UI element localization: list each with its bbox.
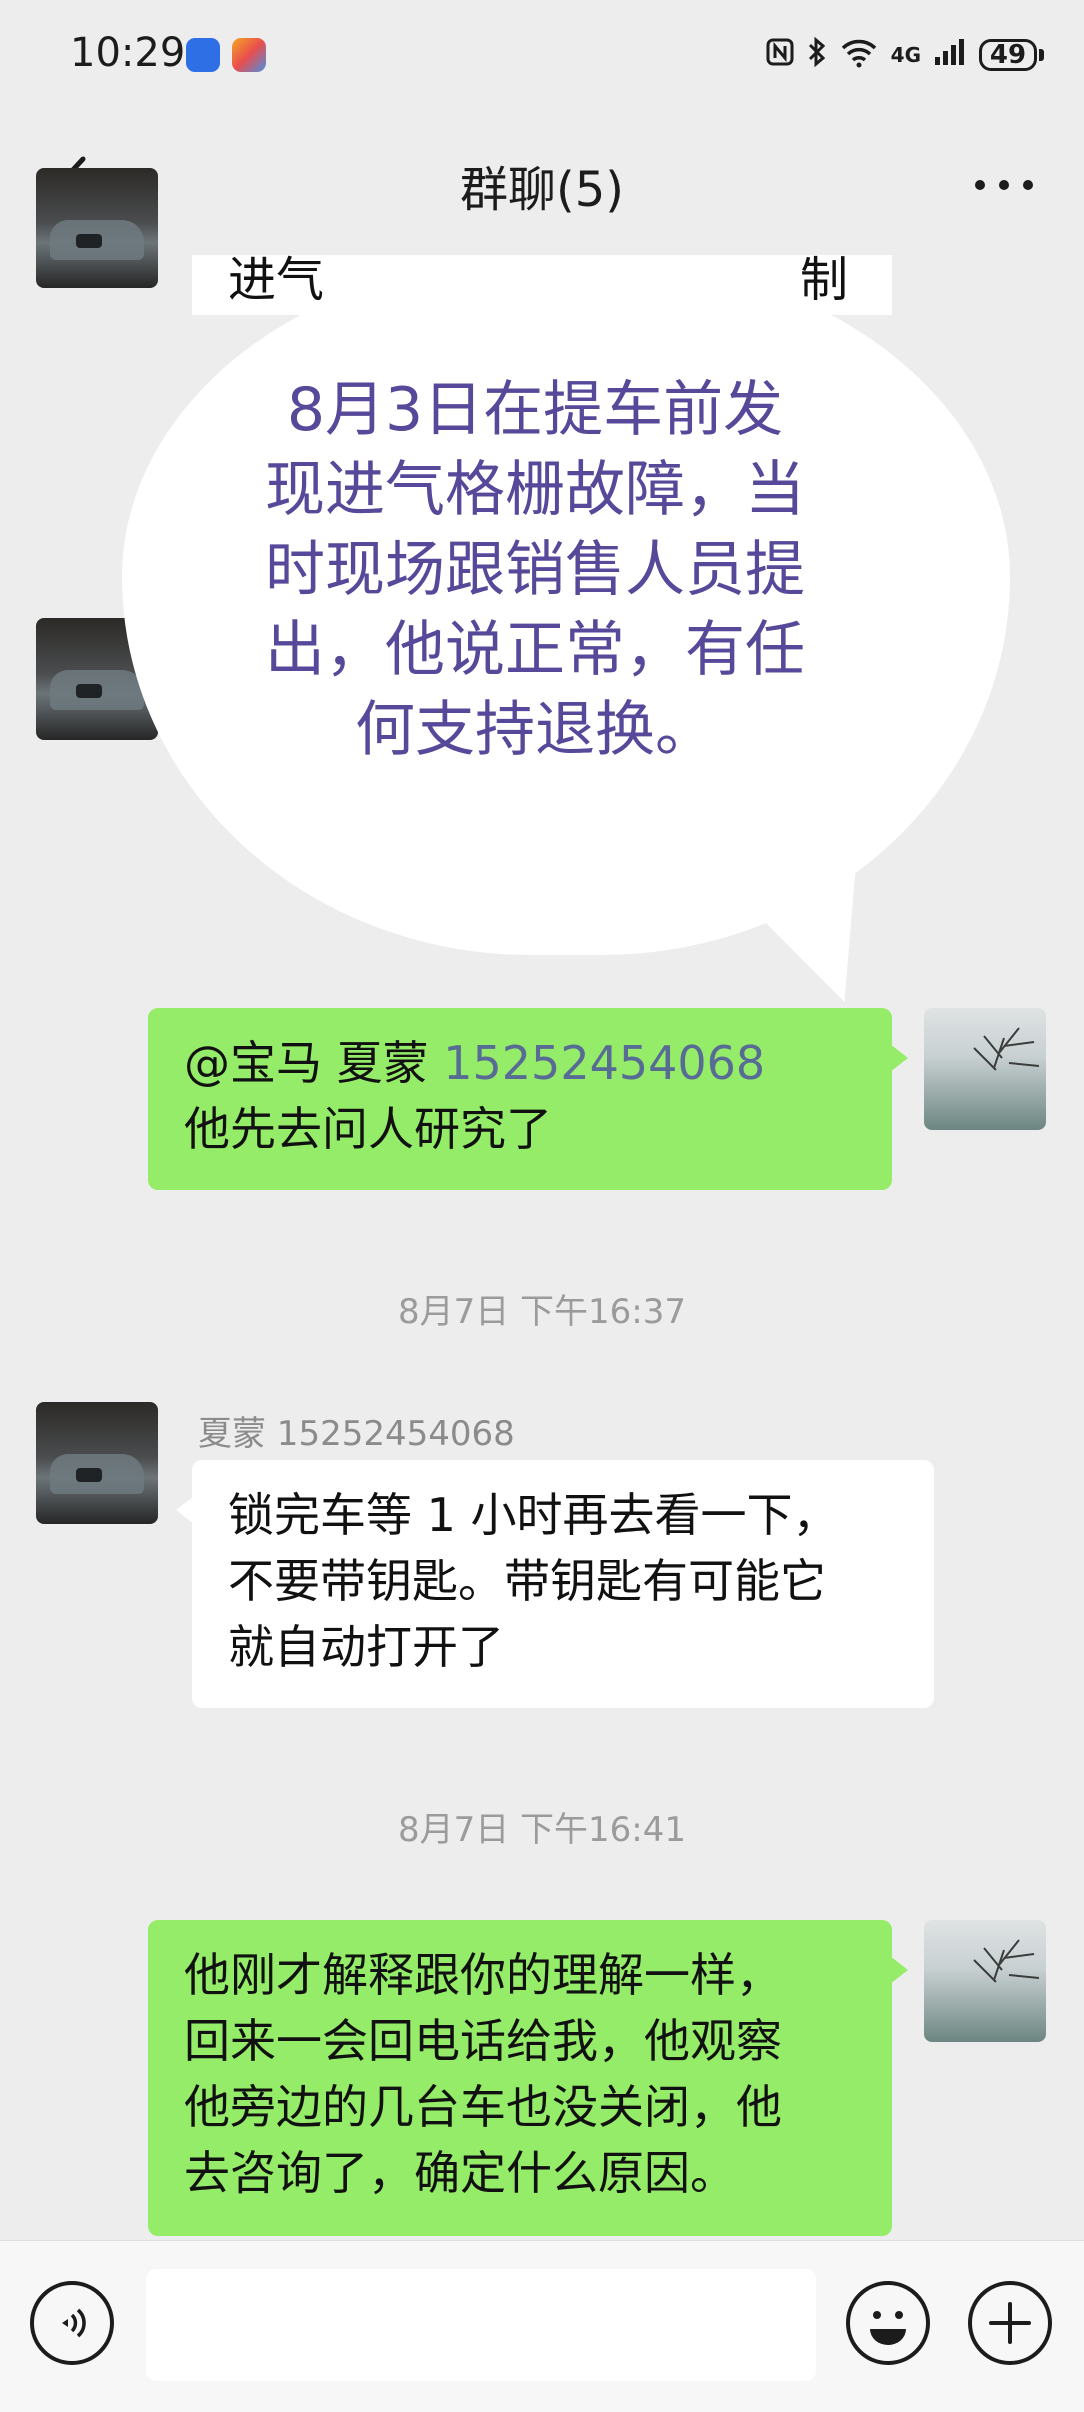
overlay-line: 现进气格栅故障，当 xyxy=(265,455,805,525)
status-icons: 4G 49 xyxy=(765,30,1044,80)
overlay-line: 何支持退换。 xyxy=(355,695,715,765)
partial-text-left: 进气 xyxy=(228,252,325,300)
emoji-button[interactable] xyxy=(846,2281,930,2365)
avatar[interactable] xyxy=(36,168,158,288)
nfc-icon xyxy=(765,37,795,74)
message-line: 回来一会回电话给我，他观察 xyxy=(184,2014,782,2068)
chat-screen: 10:29 4G 49 群聊(5) 进气 制 8月3日在提车前发 现进气格栅故障… xyxy=(0,0,1084,2412)
signal-icon xyxy=(933,37,967,74)
message-line: 锁完车等 1 小时再去看一下， xyxy=(228,1488,839,1542)
status-time: 10:29 xyxy=(70,30,186,76)
status-bar: 10:29 4G 49 xyxy=(0,0,1084,110)
overlay-line: 时现场跟销售人员提 xyxy=(265,535,805,605)
wifi-icon xyxy=(839,36,879,75)
timestamp: 8月7日 下午16:41 xyxy=(397,1810,687,1850)
overlay-line: 8月3日在提车前发 xyxy=(286,375,784,445)
sender-name: 夏蒙 15252454068 xyxy=(198,1414,515,1454)
message-bubble-sent[interactable]: 他刚才解释跟你的理解一样， 回来一会回电话给我，他观察 他旁边的几台车也没关闭，… xyxy=(148,1920,908,2236)
my-avatar[interactable] xyxy=(924,1008,1046,1130)
battery-icon: 49 xyxy=(979,39,1044,71)
network-type: 4G xyxy=(890,43,921,67)
message-input[interactable] xyxy=(146,2269,816,2381)
overlay-line: 出，他说正常，有任 xyxy=(265,615,805,685)
bluetooth-icon xyxy=(807,36,827,75)
message-line: 去咨询了，确定什么原因。 xyxy=(184,2146,736,2200)
voice-input-button[interactable] xyxy=(30,2281,114,2365)
overlay-annotation-text: 8月3日在提车前发 现进气格栅故障，当 时现场跟销售人员提 出，他说正常，有任 … xyxy=(190,370,880,770)
message-line: 就自动打开了 xyxy=(228,1620,504,1674)
title-bar: 群聊(5) xyxy=(0,110,1084,258)
mention-phone-number[interactable]: 15252454068 xyxy=(443,1036,765,1090)
battery-level: 49 xyxy=(979,39,1037,71)
partial-text-right: 制 xyxy=(800,252,849,300)
plus-icon xyxy=(989,2302,1031,2344)
more-icon xyxy=(975,180,1033,190)
my-avatar[interactable] xyxy=(924,1920,1046,2042)
avatar[interactable] xyxy=(36,1402,158,1524)
notification-app-icon xyxy=(186,38,220,72)
message-line: 他刚才解释跟你的理解一样， xyxy=(184,1948,782,2002)
more-functions-button[interactable] xyxy=(968,2281,1052,2365)
notification-app-icon-2 xyxy=(232,38,266,72)
message-line: 他旁边的几台车也没关闭，他 xyxy=(184,2080,782,2134)
message-line: 不要带钥匙。带钥匙有可能它 xyxy=(228,1554,826,1608)
chat-title: 群聊(5) xyxy=(460,162,624,218)
timestamp: 8月7日 下午16:37 xyxy=(397,1292,687,1332)
voice-icon xyxy=(62,2308,86,2338)
smiley-icon xyxy=(870,2311,906,2345)
message-bubble-sent[interactable]: @宝马 夏蒙 15252454068 他先去问人研究了 xyxy=(148,1008,908,1190)
mention-text: @宝马 夏蒙 xyxy=(184,1036,444,1090)
message-line: 他先去问人研究了 xyxy=(184,1102,552,1156)
more-options-button[interactable] xyxy=(964,150,1044,220)
input-bar xyxy=(0,2240,1084,2412)
message-line: @宝马 夏蒙 15252454068 xyxy=(184,1030,856,1096)
message-bubble-received[interactable]: 锁完车等 1 小时再去看一下， 不要带钥匙。带钥匙有可能它 就自动打开了 xyxy=(176,1460,934,1708)
